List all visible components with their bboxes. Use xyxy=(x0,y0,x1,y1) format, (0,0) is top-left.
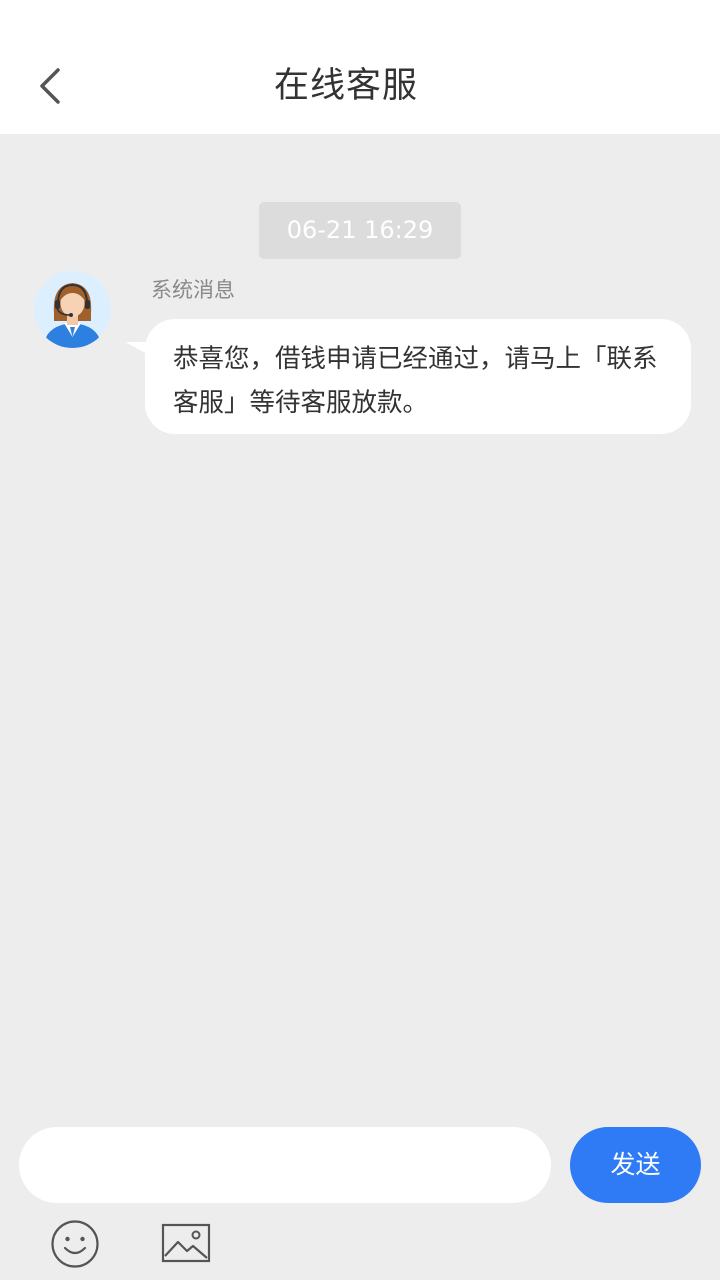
message-timestamp: 06-21 16:29 xyxy=(259,202,461,259)
sender-name: 系统消息 xyxy=(151,278,235,302)
image-icon xyxy=(161,1223,211,1263)
smiley-face-icon xyxy=(51,1220,99,1268)
header-bar: 在线客服 xyxy=(0,0,720,134)
emoji-button[interactable] xyxy=(50,1219,100,1269)
message-bubble: 恭喜您，借钱申请已经通过，请马上「联系客服」等待客服放款。 xyxy=(145,319,691,434)
message-input[interactable] xyxy=(19,1127,551,1203)
avatar[interactable] xyxy=(34,271,111,348)
customer-service-agent-avatar xyxy=(34,271,111,348)
send-button[interactable]: 发送 xyxy=(570,1127,701,1203)
image-button[interactable] xyxy=(161,1223,211,1265)
page-title: 在线客服 xyxy=(273,66,418,106)
chat-screen: 在线客服 06-21 16:29 系统消息 恭喜您，借钱申请已经通过，请马上「联… xyxy=(0,0,720,1280)
